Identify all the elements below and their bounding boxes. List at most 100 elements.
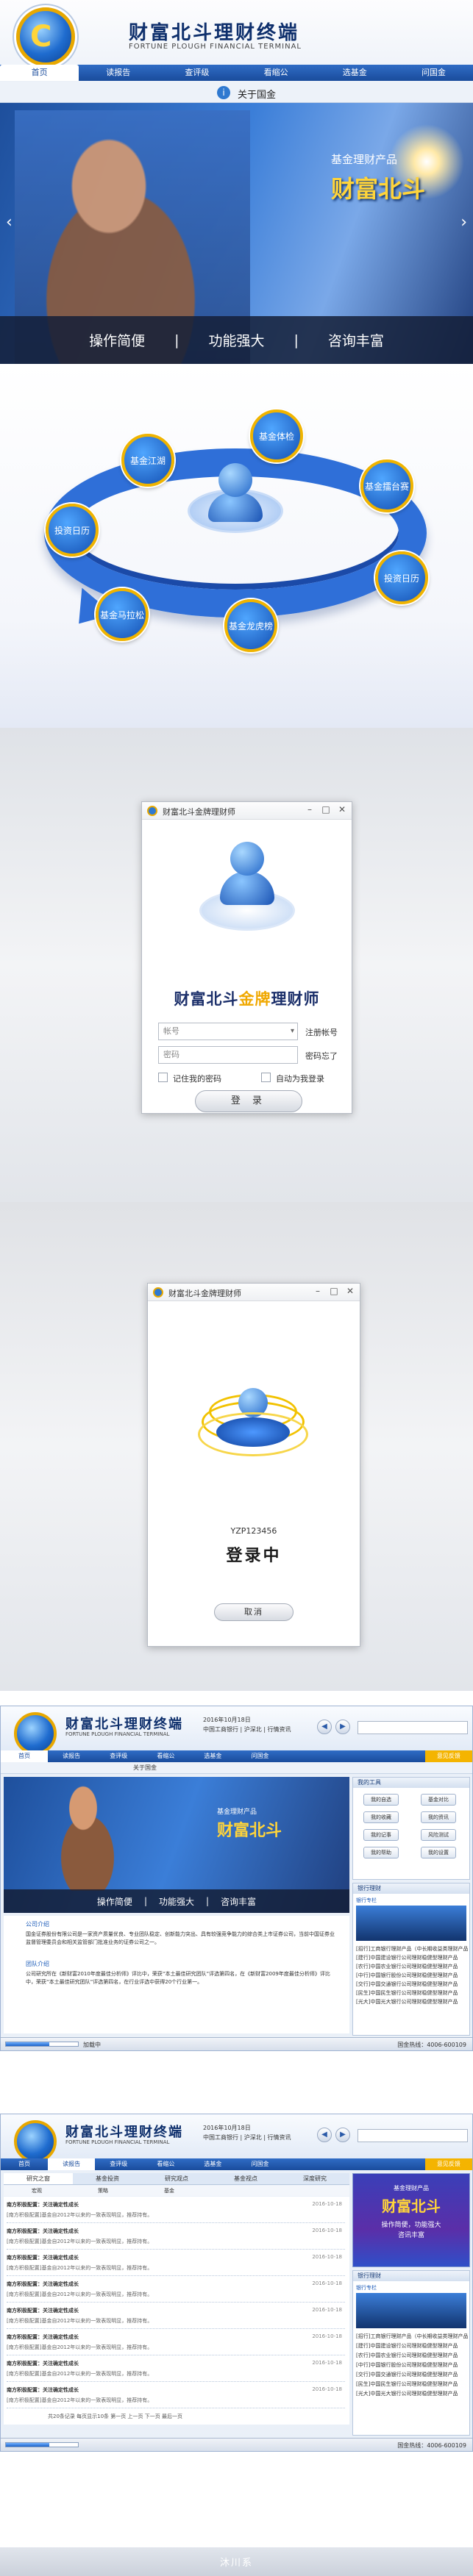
nav-home[interactable]: 首页 bbox=[1, 1750, 49, 1762]
nav-ask[interactable]: 问国金 bbox=[394, 65, 473, 81]
close-icon[interactable]: ✕ bbox=[344, 1286, 357, 1296]
nav-feedback[interactable]: 意见反馈 bbox=[424, 1750, 472, 1762]
news-item[interactable]: [光大]中国光大银行公司理财稳健型理财产品 bbox=[356, 2390, 468, 2397]
forgot-password-link[interactable]: 密码忘了 bbox=[305, 1050, 338, 1062]
report-item[interactable]: 南方积极配置：关注确定性成长 2016-10-18 [南方积极配置]基金自2012年… bbox=[7, 2200, 345, 2223]
account-input[interactable]: 帐号 ▾ bbox=[158, 1023, 298, 1040]
report-title[interactable]: 南方积极配置：关注确定性成长 bbox=[7, 2228, 79, 2235]
tab-research[interactable]: 研究之窗 bbox=[4, 2173, 73, 2184]
node-fund-ranking[interactable]: 基金龙虎榜 bbox=[224, 599, 277, 652]
search-input[interactable] bbox=[358, 2129, 468, 2142]
forward-icon[interactable]: ▶ bbox=[335, 1720, 350, 1734]
tool-my-watchlist[interactable]: 我的自选 bbox=[363, 1794, 399, 1806]
node-investment-calendar-right[interactable]: 投资日历 bbox=[375, 551, 428, 604]
news-item[interactable]: [招行]工商银行理财产品（中长期收益类理财产品） bbox=[356, 1945, 468, 1953]
back-icon[interactable]: ◀ bbox=[317, 1720, 332, 1734]
tool-fund-compare[interactable]: 基金对比 bbox=[421, 1794, 456, 1806]
node-investment-calendar-left[interactable]: 投资日历 bbox=[46, 504, 99, 557]
search-input[interactable] bbox=[358, 1721, 468, 1734]
subtab-fund[interactable]: 基金 bbox=[136, 2186, 202, 2196]
news-item[interactable]: [中行]中国银行股份公司理财稳健型理财产品 bbox=[356, 1972, 468, 1979]
about-link[interactable]: 关于国金 bbox=[133, 1764, 157, 1772]
nav-feedback[interactable]: 意见反馈 bbox=[424, 2158, 472, 2170]
tab-fund-views[interactable]: 基金视点 bbox=[211, 2173, 280, 2184]
report-item[interactable]: 南方积极配置：关注确定性成长 2016-10-18 [南方积极配置]基金自2012年… bbox=[7, 2253, 345, 2276]
node-fund-arena[interactable]: 基金江湖 bbox=[121, 434, 174, 487]
tool-my-help[interactable]: 我的帮助 bbox=[363, 1847, 399, 1858]
news-item[interactable]: [民生]中国民生银行公司理财稳健型理财产品 bbox=[356, 1989, 468, 1997]
chevron-down-icon[interactable]: ▾ bbox=[291, 1023, 294, 1040]
forward-icon[interactable]: ▶ bbox=[335, 2128, 350, 2142]
tab-research-views[interactable]: 研究观点 bbox=[142, 2173, 211, 2184]
remember-password-checkbox[interactable] bbox=[158, 1073, 168, 1082]
report-title[interactable]: 南方积极配置：关注确定性成长 bbox=[7, 2360, 79, 2367]
nav-ask[interactable]: 问国金 bbox=[236, 2158, 283, 2170]
node-fund-marathon[interactable]: 基金马拉松 bbox=[96, 588, 149, 641]
node-fund-contest[interactable]: 基金擂台赛 bbox=[360, 459, 413, 512]
news-item[interactable]: [招行]工商银行理财产品（中长期收益类理财产品） bbox=[356, 2333, 468, 2340]
report-item[interactable]: 南方积极配置：关注确定性成长 2016-10-18 [南方积极配置]基金自2012年… bbox=[7, 2279, 345, 2303]
news-item[interactable]: [民生]中国民生银行公司理财稳健型理财产品 bbox=[356, 2380, 468, 2388]
nav-announcements[interactable]: 看缩公 bbox=[142, 1750, 189, 1762]
nav-ratings[interactable]: 查评级 bbox=[95, 2158, 142, 2170]
tab-fund-investment[interactable]: 基金投资 bbox=[73, 2173, 142, 2184]
nav-ask[interactable]: 问国金 bbox=[236, 1750, 283, 1762]
report-title[interactable]: 南方积极配置：关注确定性成长 bbox=[7, 2201, 79, 2208]
report-title[interactable]: 南方积极配置：关注确定性成长 bbox=[7, 2280, 79, 2288]
tool-my-notes[interactable]: 我的记事 bbox=[363, 1829, 399, 1841]
maximize-icon[interactable]: □ bbox=[319, 804, 332, 815]
node-fund-checkup[interactable]: 基金体检 bbox=[250, 409, 303, 462]
news-item[interactable]: [建行]中国建设银行公司理财稳健型理财产品 bbox=[356, 1954, 468, 1961]
tool-my-favorites[interactable]: 我的收藏 bbox=[363, 1811, 399, 1823]
nav-ratings[interactable]: 查评级 bbox=[95, 1750, 142, 1762]
nav-reports[interactable]: 读报告 bbox=[48, 2158, 96, 2170]
prev-arrow-icon[interactable]: ‹ bbox=[6, 213, 13, 232]
news-item[interactable]: [农行]中国农业银行公司理财稳健型理财产品 bbox=[356, 1963, 468, 1970]
subtab-strategy[interactable]: 策略 bbox=[70, 2186, 136, 2196]
nav-reports[interactable]: 读报告 bbox=[79, 65, 157, 81]
nav-ratings[interactable]: 查评级 bbox=[157, 65, 236, 81]
news-item[interactable]: [光大]中国光大银行公司理财稳健型理财产品 bbox=[356, 1998, 468, 2006]
report-title[interactable]: 南方积极配置：关注确定性成长 bbox=[7, 2386, 79, 2394]
register-link[interactable]: 注册帐号 bbox=[305, 1026, 338, 1038]
tool-my-settings[interactable]: 我的设置 bbox=[421, 1847, 456, 1858]
promo-ad[interactable]: 基金理财产品 财富北斗 操作简便，功能强大 咨讯丰富 bbox=[352, 2173, 470, 2267]
tool-risk-test[interactable]: 风险测试 bbox=[421, 1829, 456, 1841]
minimize-icon[interactable]: – bbox=[311, 1286, 324, 1296]
login-button[interactable]: 登 录 bbox=[195, 1090, 302, 1112]
report-title[interactable]: 南方积极配置：关注确定性成长 bbox=[7, 2254, 79, 2261]
report-title[interactable]: 南方积极配置：关注确定性成长 bbox=[7, 2307, 79, 2314]
nav-funds[interactable]: 选基金 bbox=[189, 1750, 236, 1762]
pagination[interactable]: 共20条记录 每页显示10条 第一页 上一页 下一页 最后一页 bbox=[48, 2413, 182, 2420]
nav-announcements[interactable]: 看缩公 bbox=[237, 65, 316, 81]
report-item[interactable]: 南方积极配置：关注确定性成长 2016-10-18 [南方积极配置]基金自2012年… bbox=[7, 2358, 345, 2382]
tab-deep-research[interactable]: 深度研究 bbox=[280, 2173, 349, 2184]
news-item[interactable]: [农行]中国农业银行公司理财稳健型理财产品 bbox=[356, 2352, 468, 2359]
nav-funds[interactable]: 选基金 bbox=[189, 2158, 236, 2170]
nav-home[interactable]: 首页 bbox=[0, 65, 79, 81]
nav-announcements[interactable]: 看缩公 bbox=[142, 2158, 189, 2170]
next-arrow-icon[interactable]: › bbox=[460, 213, 467, 232]
report-item[interactable]: 南方积极配置：关注确定性成长 2016-10-18 [南方积极配置]基金自2012年… bbox=[7, 2332, 345, 2355]
report-item[interactable]: 南方积极配置：关注确定性成长 2016-10-18 [南方积极配置]基金自2012年… bbox=[7, 2385, 345, 2408]
nav-reports[interactable]: 读报告 bbox=[48, 1750, 95, 1762]
nav-home[interactable]: 首页 bbox=[1, 2158, 48, 2170]
report-item[interactable]: 南方积极配置：关注确定性成长 2016-10-18 [南方积极配置]基金自2012年… bbox=[7, 2226, 345, 2250]
news-item[interactable]: [交行]中国交通银行公司理财稳健型理财产品 bbox=[356, 2371, 468, 2378]
auto-login-checkbox[interactable] bbox=[261, 1073, 271, 1082]
news-item[interactable]: [交行]中国交通银行公司理财稳健型理财产品 bbox=[356, 1981, 468, 1988]
subtab-macro[interactable]: 宏观 bbox=[4, 2186, 70, 2196]
news-item[interactable]: [建行]中国建设银行公司理财稳健型理财产品 bbox=[356, 2342, 468, 2350]
back-icon[interactable]: ◀ bbox=[317, 2128, 332, 2142]
report-item[interactable]: 南方积极配置：关注确定性成长 2016-10-18 [南方积极配置]基金自2012年… bbox=[7, 2305, 345, 2329]
maximize-icon[interactable]: □ bbox=[327, 1286, 341, 1296]
news-item[interactable]: [中行]中国银行股份公司理财稳健型理财产品 bbox=[356, 2361, 468, 2369]
minimize-icon[interactable]: – bbox=[303, 804, 316, 815]
close-icon[interactable]: ✕ bbox=[335, 804, 349, 815]
report-title[interactable]: 南方积极配置：关注确定性成长 bbox=[7, 2333, 79, 2341]
cancel-button[interactable]: 取消 bbox=[214, 1603, 294, 1621]
tool-my-news[interactable]: 我的资讯 bbox=[421, 1811, 456, 1823]
nav-funds[interactable]: 选基金 bbox=[316, 65, 394, 81]
password-input[interactable]: 密码 bbox=[158, 1046, 298, 1064]
about-link[interactable]: 关于国金 bbox=[238, 87, 276, 101]
